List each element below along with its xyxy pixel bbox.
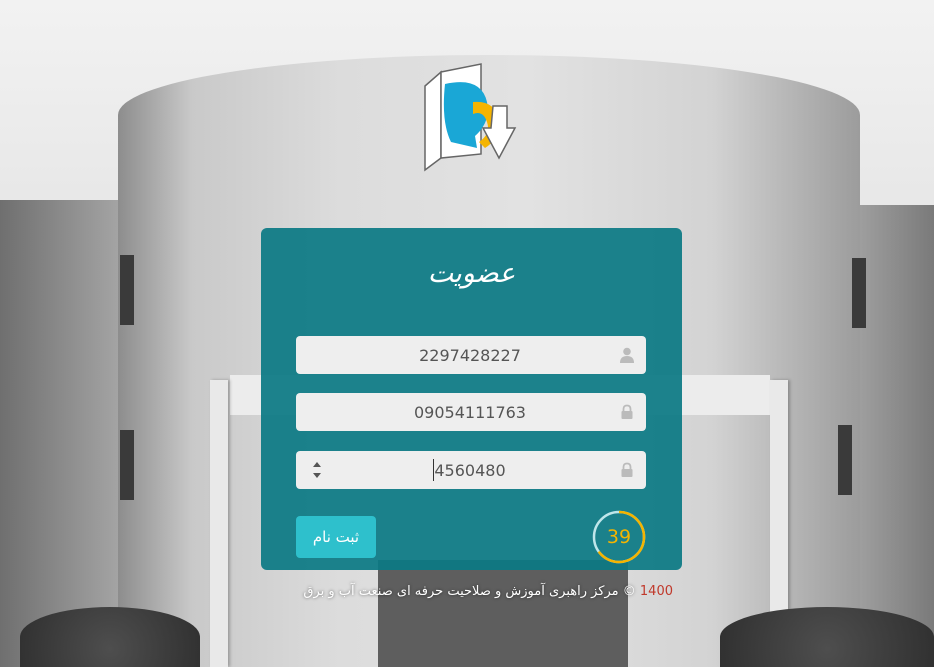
mobile-input[interactable] (326, 393, 614, 431)
right-wing (856, 205, 934, 667)
signup-card: عضویت ثبت نام 39 (261, 228, 682, 570)
window (120, 255, 134, 325)
mobile-field[interactable] (296, 393, 646, 431)
window (838, 425, 852, 495)
logo-icon (424, 63, 517, 172)
user-icon (620, 347, 634, 363)
code-field[interactable] (296, 451, 646, 489)
national-id-field[interactable] (296, 336, 646, 374)
left-wing (0, 200, 130, 667)
footer-org: مرکز راهبری آموزش و صلاحیت حرفه ای صنعت … (303, 584, 619, 599)
countdown-timer: 39 (606, 526, 632, 548)
shrub (720, 607, 934, 667)
shrub (20, 607, 200, 667)
column (210, 380, 228, 667)
text-caret (433, 459, 434, 481)
footer-year: 1400 (639, 584, 673, 599)
code-input[interactable] (326, 451, 614, 489)
lock-icon (621, 462, 633, 477)
lock-icon (621, 404, 633, 419)
window (852, 258, 866, 328)
footer: 1400 © مرکز راهبری آموزش و صلاحیت حرفه ا… (268, 584, 673, 599)
national-id-input[interactable] (326, 336, 614, 374)
entrance (378, 560, 628, 667)
window (120, 430, 134, 500)
number-stepper[interactable] (312, 459, 322, 481)
copyright-symbol: © (622, 584, 636, 599)
card-title: عضویت (427, 258, 516, 289)
register-button[interactable]: ثبت نام (296, 516, 376, 558)
